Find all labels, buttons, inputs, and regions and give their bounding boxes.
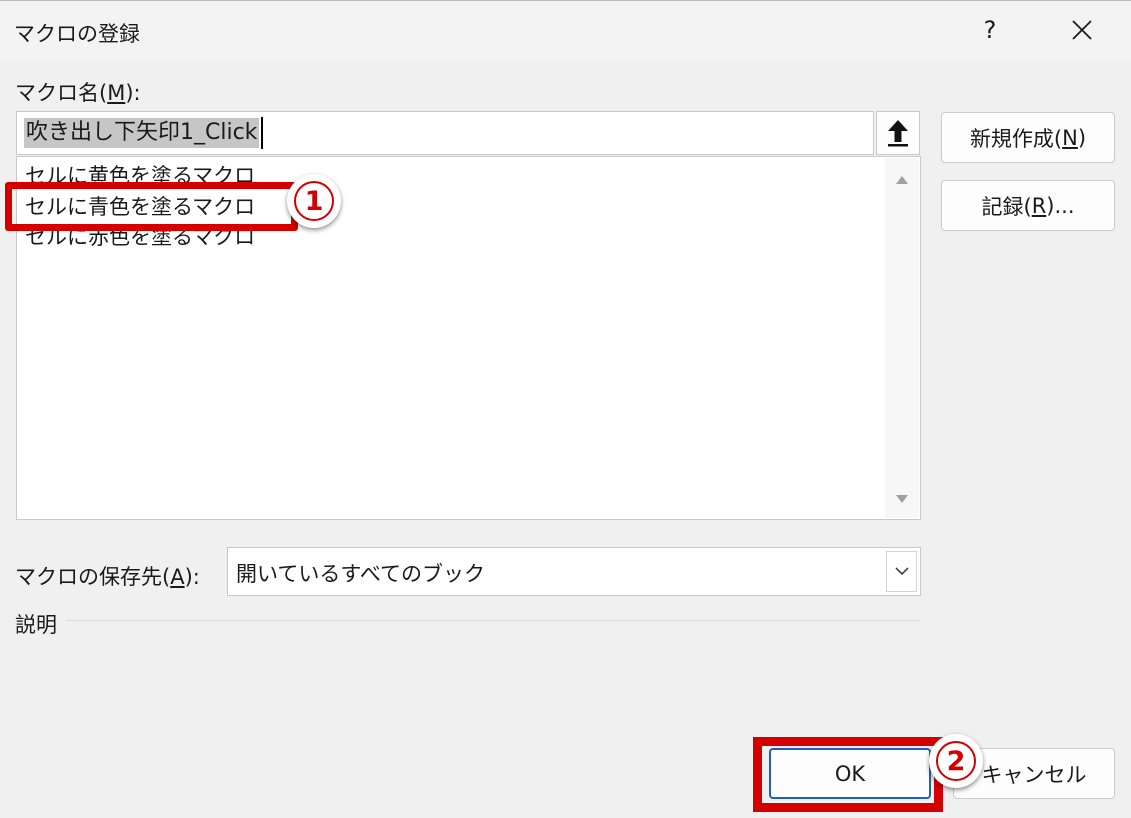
scroll-down-icon[interactable] <box>896 495 908 503</box>
dropdown-button[interactable] <box>886 551 917 592</box>
dialog-title: マクロの登録 <box>14 22 140 46</box>
macro-name-value: 吹き出し下矢印1_Click <box>24 118 260 148</box>
text-caret <box>261 117 263 149</box>
macro-name-label: マクロ名(M): <box>15 81 141 105</box>
step-number-2: 2 <box>936 741 976 781</box>
description-label: 説明 <box>15 613 57 637</box>
description-divider <box>66 620 921 621</box>
chevron-down-icon <box>894 567 909 576</box>
close-button[interactable] <box>1059 7 1105 53</box>
save-location-label: マクロの保存先(A): <box>15 565 200 589</box>
help-button[interactable]: ? <box>968 7 1012 53</box>
arrow-up-icon <box>888 120 908 147</box>
list-scrollbar[interactable] <box>885 158 919 518</box>
step-number-1: 1 <box>294 181 334 221</box>
macro-list[interactable]: セルに黄色を塗るマクロ セルに赤色を塗るマクロ セルに青色を塗るマクロ <box>16 156 921 520</box>
new-button[interactable]: 新規作成(N) <box>941 112 1115 163</box>
highlight-box-step2 <box>753 737 943 812</box>
title-bar: マクロの登録 ? <box>0 0 1131 59</box>
record-button[interactable]: 記録(R)... <box>941 180 1115 231</box>
save-location-value: 開いているすべてのブック <box>236 562 486 586</box>
save-location-select[interactable]: 開いているすべてのブック <box>227 547 921 596</box>
scroll-up-icon[interactable] <box>896 176 908 184</box>
collapse-button[interactable] <box>876 111 920 155</box>
step-badge-2: 2 <box>929 734 983 788</box>
list-item-selected[interactable]: セルに青色を塗るマクロ <box>25 192 260 222</box>
step-badge-1: 1 <box>287 174 341 228</box>
macro-name-input[interactable]: 吹き出し下矢印1_Click <box>16 111 874 155</box>
macro-name-accesskey: M <box>107 81 126 105</box>
close-icon <box>1072 20 1092 40</box>
